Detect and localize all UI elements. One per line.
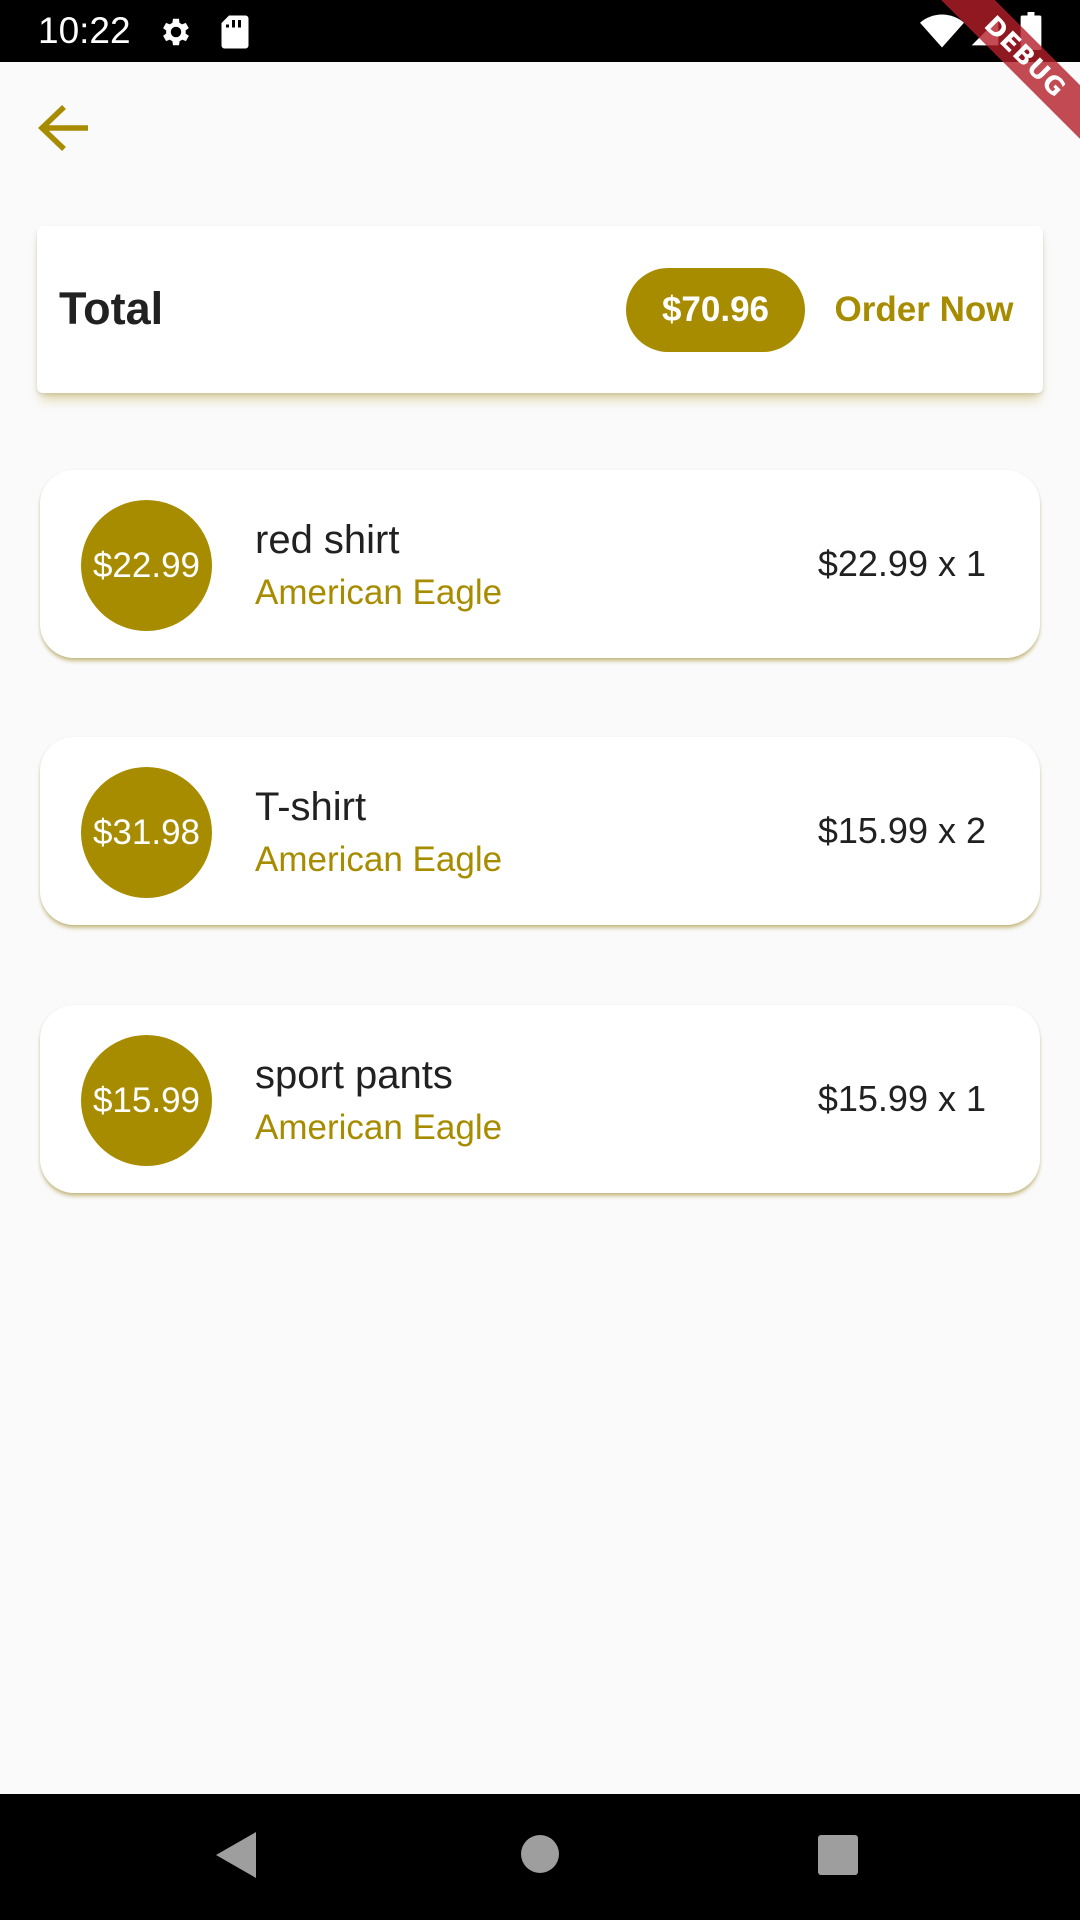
status-time: 10:22 (38, 10, 131, 51)
item-price-avatar: $15.99 (81, 1035, 212, 1166)
cart-item[interactable]: $22.99 red shirt American Eagle $22.99 x… (40, 470, 1040, 658)
item-name: sport pants (255, 1053, 453, 1097)
item-name: red shirt (255, 518, 400, 562)
arrow-back-icon (36, 102, 92, 159)
status-bar: 10:22 (0, 0, 1080, 62)
nav-recents-icon[interactable] (817, 1834, 859, 1881)
wifi-icon (920, 14, 964, 53)
settings-icon (158, 14, 194, 55)
item-quantity: $22.99 x 1 (817, 543, 986, 584)
item-quantity: $15.99 x 2 (817, 810, 986, 851)
item-brand: American Eagle (255, 573, 503, 612)
item-price-avatar: $22.99 (81, 500, 212, 631)
sd-card-icon (220, 14, 250, 55)
back-button[interactable] (26, 92, 102, 168)
item-brand: American Eagle (255, 1108, 503, 1147)
item-price-avatar: $31.98 (81, 767, 212, 898)
item-name: T-shirt (255, 785, 367, 829)
item-quantity: $15.99 x 1 (817, 1078, 986, 1119)
nav-back-icon[interactable] (214, 1830, 258, 1885)
total-label: Total (59, 283, 164, 334)
navigation-bar (0, 1794, 1080, 1920)
cart-item[interactable]: $15.99 sport pants American Eagle $15.99… (40, 1005, 1040, 1193)
nav-home-icon[interactable] (520, 1834, 560, 1879)
item-brand: American Eagle (255, 840, 503, 879)
cart-item[interactable]: $31.98 T-shirt American Eagle $15.99 x 2 (40, 737, 1040, 925)
total-amount-chip: $70.96 (626, 268, 805, 352)
order-now-button[interactable]: Order Now (819, 268, 1029, 352)
total-card: Total $70.96 Order Now (37, 226, 1043, 393)
